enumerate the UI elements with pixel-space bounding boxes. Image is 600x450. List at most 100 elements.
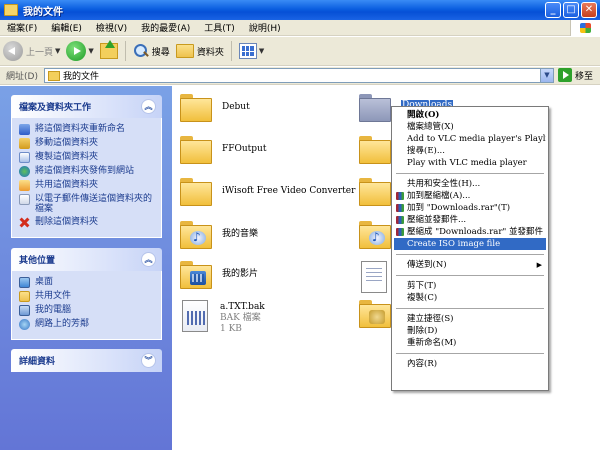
task-rename-folder[interactable]: 將這個資料夾重新命名 [19, 124, 155, 135]
settings-folder-icon [359, 300, 391, 328]
file-item-folder[interactable] [359, 136, 391, 164]
menu-tools[interactable]: 工具(T) [197, 21, 242, 34]
chevron-down-icon[interactable]: ▼ [540, 69, 553, 82]
globe-icon [19, 166, 30, 177]
menu-item-create-iso[interactable]: Create ISO image file [394, 238, 546, 250]
menu-edit[interactable]: 編輯(E) [44, 21, 89, 34]
task-move-folder[interactable]: 移動這個資料夾 [19, 138, 155, 149]
task-email-folder[interactable]: 以電子郵件傳送這個資料夾的檔案 [19, 194, 155, 214]
winrar-icon [396, 192, 404, 200]
back-button[interactable]: 上一頁 ▼ [0, 40, 63, 62]
folder-icon [359, 94, 391, 122]
file-name: iWisoft Free Video Converter [222, 186, 356, 196]
title-bar: 我的文件 _ □ ✕ [0, 0, 600, 20]
menu-separator [396, 308, 544, 309]
file-item-folder[interactable] [359, 178, 391, 206]
details-header[interactable]: 詳細資料 ︾ [11, 349, 162, 372]
file-item-a-txt-bak[interactable]: a.TXT.bak BAK 檔案 1 KB [182, 300, 265, 335]
file-name: FFOutput [222, 144, 267, 154]
menu-item-send-to[interactable]: 傳送到(N) ▶ [394, 259, 546, 271]
folder-icon [180, 94, 212, 122]
menu-item-add-to-archive[interactable]: 加到壓縮檔(A)... [394, 190, 546, 202]
collapse-icon[interactable]: ︽ [141, 252, 156, 267]
panel-title: 檔案及資料夾工作 [19, 103, 92, 113]
close-button[interactable]: ✕ [581, 2, 597, 18]
menu-item-cut[interactable]: 剪下(T) [394, 280, 546, 292]
file-item-folder[interactable] [359, 221, 391, 249]
chevron-down-icon[interactable]: ▼ [88, 47, 93, 55]
address-input[interactable]: 我的文件 ▼ [44, 68, 554, 83]
menu-bar: 檔案(F) 編輯(E) 檢視(V) 我的最愛(A) 工具(T) 說明(H) [0, 20, 600, 36]
menu-item-create-shortcut[interactable]: 建立捷徑(S) [394, 313, 546, 325]
views-button[interactable]: ▼ [236, 40, 267, 62]
forward-button[interactable]: ▼ [63, 40, 96, 62]
place-network[interactable]: 網路上的芳鄰 [19, 319, 155, 330]
chevron-down-icon[interactable]: ▼ [259, 47, 264, 55]
other-places-header[interactable]: 其他位置 ︽ [11, 248, 162, 271]
menu-help[interactable]: 說明(H) [242, 21, 288, 34]
file-item-folder[interactable] [359, 300, 391, 328]
folders-button[interactable]: 資料夾 [173, 40, 227, 62]
menu-item-copy[interactable]: 複製(C) [394, 292, 546, 304]
delete-icon [19, 217, 30, 228]
menu-item-vlc-play[interactable]: Play with VLC media player [394, 157, 546, 169]
other-places-body: 桌面 共用文件 我的電腦 網路上的芳鄰 [11, 271, 162, 340]
up-button[interactable] [97, 40, 121, 62]
file-item-iwisoft[interactable]: iWisoft Free Video Converter [180, 178, 356, 206]
menu-separator [396, 353, 544, 354]
chevron-down-icon[interactable]: ▼ [55, 47, 60, 55]
file-item-my-music[interactable]: 我的音樂 [180, 221, 259, 249]
task-share-folder[interactable]: 共用這個資料夾 [19, 180, 155, 191]
menu-label: 加到 "Downloads.rar"(T) [407, 203, 511, 213]
menu-item-properties[interactable]: 內容(R) [394, 358, 546, 370]
music-note-icon [369, 230, 385, 245]
place-label: 共用文件 [35, 291, 72, 301]
file-info: a.TXT.bak BAK 檔案 1 KB [220, 302, 265, 335]
menu-file[interactable]: 檔案(F) [0, 21, 44, 34]
file-item-ffoutput[interactable]: FFOutput [180, 136, 267, 164]
maximize-button[interactable]: □ [563, 2, 579, 18]
place-shared-documents[interactable]: 共用文件 [19, 291, 155, 302]
back-arrow-icon [3, 41, 23, 61]
menu-item-add-to-rar[interactable]: 加到 "Downloads.rar"(T) [394, 202, 546, 214]
menu-separator [396, 254, 544, 255]
file-name: 我的音樂 [222, 229, 259, 239]
menu-item-compress-email[interactable]: 壓縮並發郵件... [394, 214, 546, 226]
file-item-my-videos[interactable]: 我的影片 [180, 261, 259, 289]
text-document-icon [361, 261, 387, 293]
menu-item-compress-rar-email[interactable]: 壓縮成 "Downloads.rar" 並發郵件 [394, 226, 546, 238]
place-desktop[interactable]: 桌面 [19, 277, 155, 288]
folder-icon [359, 178, 391, 206]
menu-item-vlc-playlist[interactable]: Add to VLC media player's Playlist [394, 133, 546, 145]
task-label: 刪除這個資料夾 [35, 217, 99, 227]
address-label: 網址(D) [6, 72, 38, 82]
file-item-document[interactable] [361, 261, 387, 293]
network-icon [19, 319, 30, 330]
menu-item-sharing-security[interactable]: 共用和安全性(H)... [394, 178, 546, 190]
window-controls: _ □ ✕ [545, 2, 597, 18]
menu-item-open[interactable]: 開啟(O) [394, 109, 546, 121]
go-button[interactable]: 移至 [558, 68, 593, 82]
collapse-icon[interactable]: ︽ [141, 99, 156, 114]
menu-view[interactable]: 檢視(V) [89, 21, 134, 34]
search-button[interactable]: 搜尋 [130, 40, 173, 62]
place-my-computer[interactable]: 我的電腦 [19, 305, 155, 316]
menu-item-rename[interactable]: 重新命名(M) [394, 337, 546, 349]
menu-item-delete[interactable]: 刪除(D) [394, 325, 546, 337]
expand-icon[interactable]: ︾ [141, 353, 156, 368]
file-name: 我的影片 [222, 269, 259, 279]
file-item-debut[interactable]: Debut [180, 94, 250, 122]
menu-item-explore[interactable]: 檔案總管(X) [394, 121, 546, 133]
folder-icon [180, 178, 212, 206]
minimize-button[interactable]: _ [545, 2, 561, 18]
task-copy-folder[interactable]: 複製這個資料夾 [19, 152, 155, 163]
folders-icon [175, 44, 194, 58]
task-delete-folder[interactable]: 刪除這個資料夾 [19, 217, 155, 228]
task-publish-folder[interactable]: 將這個資料夾發佈到網站 [19, 166, 155, 177]
desktop-icon [19, 277, 30, 288]
file-tasks-header[interactable]: 檔案及資料夾工作 ︽ [11, 95, 162, 118]
menu-favorites[interactable]: 我的最愛(A) [134, 21, 197, 34]
copy-icon [19, 152, 30, 163]
music-folder-icon [180, 221, 212, 249]
menu-item-search[interactable]: 搜尋(E)... [394, 145, 546, 157]
